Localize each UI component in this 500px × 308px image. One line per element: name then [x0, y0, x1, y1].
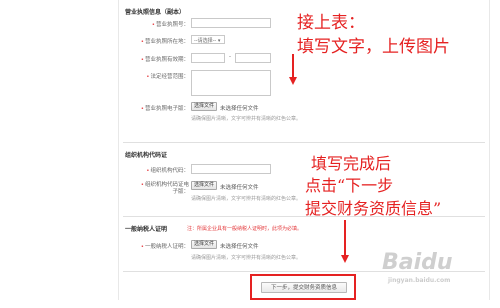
license-location-select-value: --请选择-- [194, 38, 217, 44]
validity-separator: - [229, 54, 231, 60]
org-code-label: •组织机构代码： [121, 166, 189, 174]
next-step-button[interactable]: 下一步，提交财务资质信息 [261, 282, 347, 293]
org-code-label-text: 组织机构代码： [150, 168, 189, 174]
required-mark: • [140, 182, 144, 188]
license-validity-end-input[interactable] [235, 53, 271, 63]
license-scope-textarea[interactable] [191, 70, 271, 96]
license-number-input[interactable] [191, 18, 271, 28]
license-validity-start-input[interactable] [191, 53, 225, 63]
license-location-label: •营业执照所在地： [121, 37, 189, 45]
org-scan-label-line1: 组织机构代码证电 [144, 182, 189, 188]
annotation-arrow-bottom-head [341, 255, 349, 263]
chevron-down-icon: ▾ [217, 38, 221, 44]
taxpayer-cert-label-text: 一般纳税人证明： [144, 244, 189, 250]
license-section-title: 营业执照信息（副本） [125, 9, 186, 16]
annotation-mid-line2: 点击“下一步 [305, 176, 394, 195]
license-scope-label: •法定经营范围： [121, 72, 189, 80]
annotation-mid-line3: 提交财务资质信息” [305, 199, 442, 218]
taxpayer-no-file-text: 未选择任何文件 [220, 244, 259, 250]
license-scan-hint: 请确保图片清晰，文字可辨并有清晰的红色公章。 [191, 116, 302, 122]
annotation-top-line1: 接上表： [297, 13, 365, 33]
license-location-label-text: 营业执照所在地： [144, 39, 189, 45]
required-mark: • [140, 57, 144, 63]
taxpayer-note: 注：所属企业具有一般纳税人证明时，此项为必填。 [187, 226, 303, 232]
taxpayer-section-title: 一般纳税人证明 [125, 226, 168, 233]
org-scan-hint: 请确保图片清晰，文字可辨并有清晰的红色公章。 [191, 196, 302, 202]
license-location-select[interactable]: --请选择-- ▾ [191, 35, 225, 44]
annotation-arrow-bottom [344, 220, 346, 256]
section-divider [123, 142, 485, 143]
org-choose-file-button[interactable]: 选择文件 [191, 181, 217, 190]
taxpayer-cert-label: •一般纳税人证明： [121, 242, 189, 250]
license-validity-label-text: 营业执照有效期： [144, 57, 189, 63]
license-validity-label: •营业执照有效期： [121, 55, 189, 63]
required-mark: • [146, 168, 150, 174]
org-no-file-text: 未选择任何文件 [220, 185, 259, 191]
required-mark: • [140, 244, 144, 250]
taxpayer-choose-file-button[interactable]: 选择文件 [191, 240, 217, 249]
required-mark: • [151, 22, 155, 28]
license-scan-label: •营业执照电子版： [121, 104, 189, 112]
required-mark: • [140, 106, 144, 112]
watermark-url: jingyan.baidu.com [388, 277, 451, 284]
license-scan-label-text: 营业执照电子版： [144, 106, 189, 112]
required-mark: • [146, 74, 150, 80]
license-number-label: •营业执照号： [121, 20, 189, 28]
annotation-mid-line1: 填写完成后 [311, 154, 392, 173]
annotation-top-line2: 填写文字，上传图片 [297, 37, 450, 57]
required-mark: • [140, 39, 144, 45]
org-scan-label-line2: 子版： [172, 189, 189, 195]
annotation-arrow-top [292, 54, 294, 78]
org-scan-label: •组织机构代码证电 子版： [121, 182, 189, 196]
license-no-file-text: 未选择任何文件 [220, 106, 259, 112]
license-scope-label-text: 法定经营范围： [150, 74, 189, 80]
org-section-title: 组织机构代码证 [125, 152, 168, 159]
license-number-label-text: 营业执照号： [155, 22, 189, 28]
annotation-arrow-top-head [289, 77, 297, 85]
org-code-input[interactable] [191, 164, 271, 174]
taxpayer-cert-hint: 请确保图片清晰，文字可辨并有清晰的红色公章。 [191, 255, 302, 261]
license-choose-file-button[interactable]: 选择文件 [191, 102, 217, 111]
watermark-logo: Baidu [382, 250, 453, 275]
